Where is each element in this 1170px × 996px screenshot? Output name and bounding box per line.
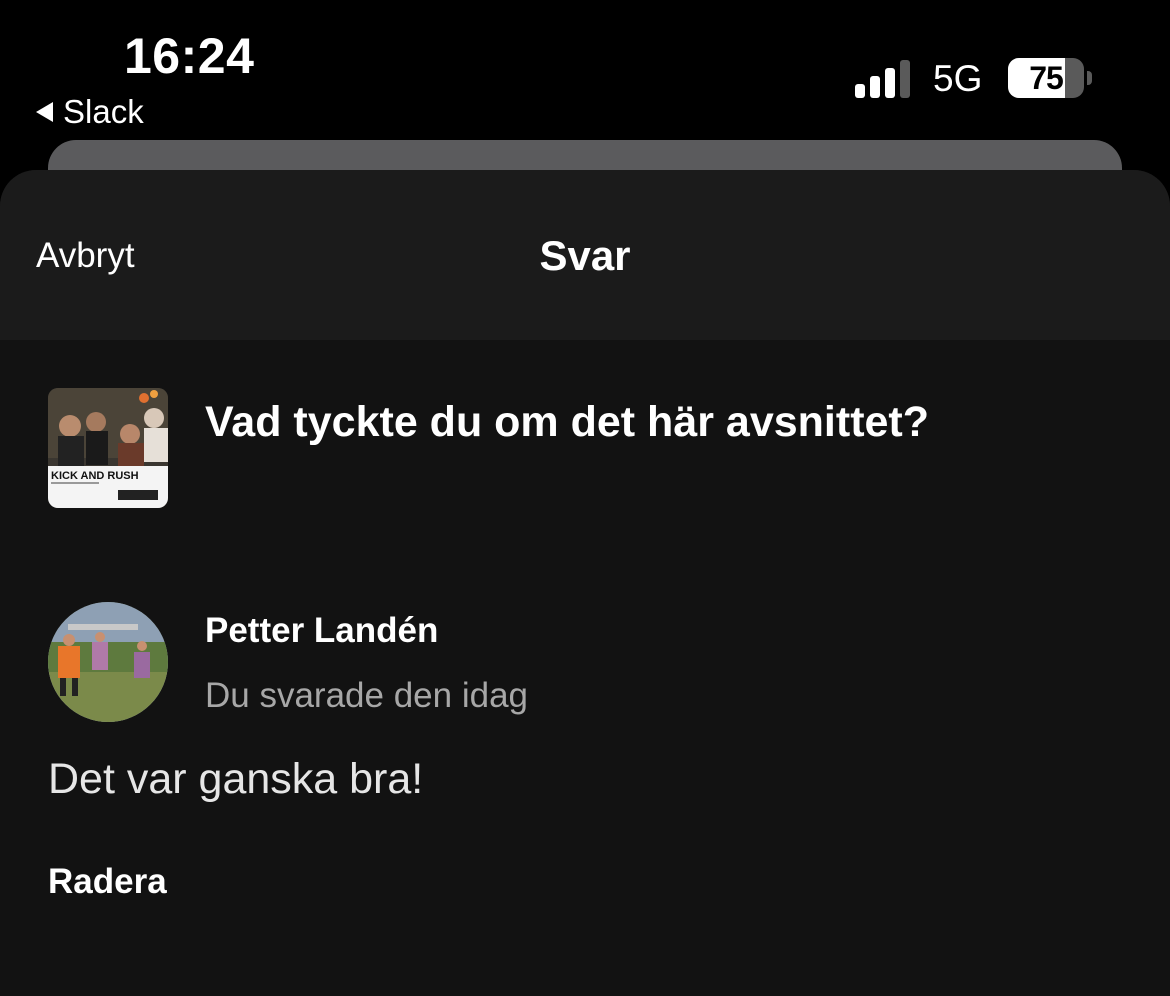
reply-author: Petter Landén bbox=[205, 611, 439, 650]
battery-icon: 75 bbox=[1008, 58, 1084, 98]
sheet-title: Svar bbox=[539, 232, 631, 279]
back-triangle-icon bbox=[36, 102, 53, 122]
network-type: 5G bbox=[933, 58, 983, 99]
episode-question: Vad tyckte du om det här avsnittet? bbox=[205, 398, 930, 446]
status-time: 16:24 bbox=[124, 28, 255, 84]
avatar bbox=[48, 602, 168, 722]
signal-bar bbox=[870, 76, 880, 98]
cellular-signal-icon bbox=[855, 58, 915, 98]
screen: 16:24 Slack 5G 75 Avbryt Svar KICK AND R… bbox=[0, 0, 1170, 996]
battery-nub bbox=[1087, 71, 1092, 85]
signal-bar bbox=[885, 68, 895, 98]
episode-thumbnail: KICK AND RUSH bbox=[48, 388, 168, 508]
delete-button[interactable]: Radera bbox=[48, 860, 167, 904]
back-app-label: Slack bbox=[63, 93, 144, 130]
reply-timestamp: Du svarade den idag bbox=[205, 676, 528, 715]
battery-percent: 75 bbox=[1029, 59, 1064, 96]
reply-sheet: Avbryt Svar KICK AND RUSH Vad tyckte du … bbox=[0, 170, 1170, 996]
sheet-header: Avbryt Svar bbox=[0, 170, 1170, 340]
thumbnail-title: KICK AND RUSH bbox=[51, 470, 139, 482]
back-to-app-button[interactable]: Slack bbox=[36, 92, 144, 132]
reply-text: Det var ganska bra! bbox=[48, 755, 424, 803]
signal-bar bbox=[855, 84, 865, 98]
signal-bar bbox=[900, 60, 910, 98]
